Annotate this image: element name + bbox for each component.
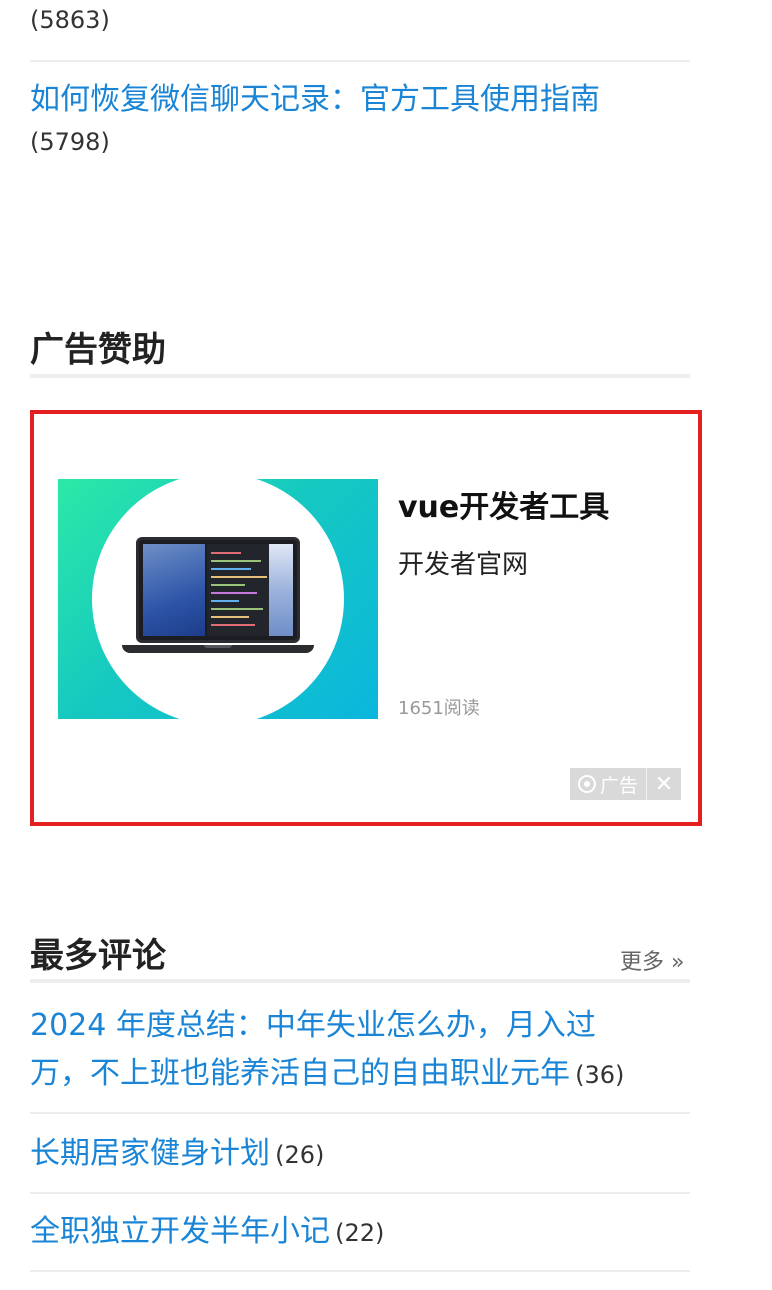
ad-badge[interactable]: 广告 ✕ — [570, 768, 682, 800]
close-icon[interactable]: ✕ — [647, 768, 681, 800]
list-item: 2024 年度总结：中年失业怎么办，月入过 万，不上班也能养活自己的自由职业元年… — [30, 1002, 690, 1098]
comments-section-title: 最多评论 — [30, 936, 166, 976]
list-item: 如何恢复微信聊天记录：官方工具使用指南 (5798) — [30, 80, 690, 158]
comment-item-link[interactable]: 全职独立开发半年小记 — [30, 1214, 330, 1249]
divider — [30, 1112, 690, 1114]
list-item: 长期居家健身计划 (26) — [30, 1130, 690, 1178]
ad-badge-label[interactable]: 广告 — [570, 768, 646, 800]
comment-item-count: (36) — [575, 1061, 625, 1089]
divider — [30, 1270, 690, 1272]
comment-item-link[interactable]: 万，不上班也能养活自己的自由职业元年 — [30, 1056, 570, 1091]
divider — [30, 1192, 690, 1194]
comment-item-link[interactable]: 2024 年度总结：中年失业怎么办，月入过 — [30, 1008, 596, 1043]
divider — [30, 60, 690, 62]
ad-read-count: 1651阅读 — [398, 698, 480, 719]
laptop-icon — [136, 537, 300, 643]
comment-item-count: (22) — [335, 1219, 385, 1247]
ad-section-title: 广告赞助 — [30, 330, 166, 370]
comment-item-count: (26) — [275, 1141, 325, 1169]
section-rule — [30, 979, 690, 983]
ad-title[interactable]: vue开发者工具 — [398, 482, 609, 526]
popular-item-count: (5798) — [30, 128, 110, 156]
popular-item-link[interactable]: 如何恢复微信聊天记录：官方工具使用指南 — [30, 80, 690, 120]
ad-image[interactable] — [58, 479, 378, 719]
more-link[interactable]: 更多 » — [620, 944, 684, 976]
ad-subtitle: 开发者官网 — [398, 550, 529, 580]
ad-badge-text: 广告 — [600, 774, 639, 797]
ad-card[interactable]: vue开发者工具 开发者官网 1651阅读 广告 ✕ — [30, 410, 702, 826]
list-item: 全职独立开发半年小记 (22) — [30, 1208, 690, 1256]
section-rule — [30, 374, 690, 378]
ad-logo-icon — [578, 775, 596, 793]
comment-item-link[interactable]: 长期居家健身计划 — [30, 1136, 270, 1171]
popular-prev-count: (5863) — [30, 6, 110, 34]
